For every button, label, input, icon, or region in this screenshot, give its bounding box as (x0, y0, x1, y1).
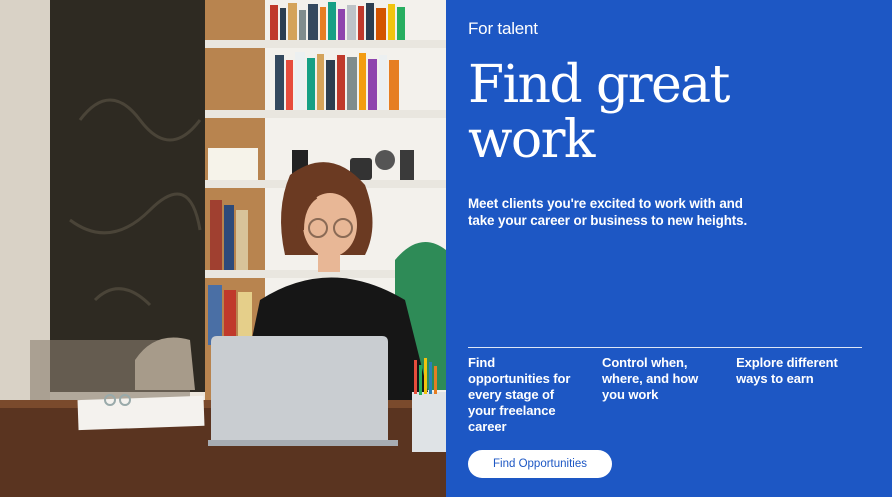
hero-photo (0, 0, 446, 497)
find-opportunities-button[interactable]: Find Opportunities (468, 450, 612, 478)
hero-description: Meet clients you're excited to work with… (468, 196, 748, 228)
section-divider (468, 347, 862, 348)
feature-list: Find opportunities for every stage of yo… (468, 355, 868, 435)
hero-photo-illustration (0, 0, 446, 497)
feature-item: Explore different ways to earn (736, 355, 838, 386)
feature-item: Control when, where, and how you work (602, 355, 699, 402)
feature-item: Find opportunities for every stage of yo… (468, 355, 571, 434)
talent-hero: For talent Find great work Meet clients … (0, 0, 892, 497)
hero-eyebrow: For talent (468, 19, 538, 38)
hero-content-panel: For talent Find great work Meet clients … (446, 0, 892, 497)
hero-headline: Find great work (468, 55, 730, 170)
